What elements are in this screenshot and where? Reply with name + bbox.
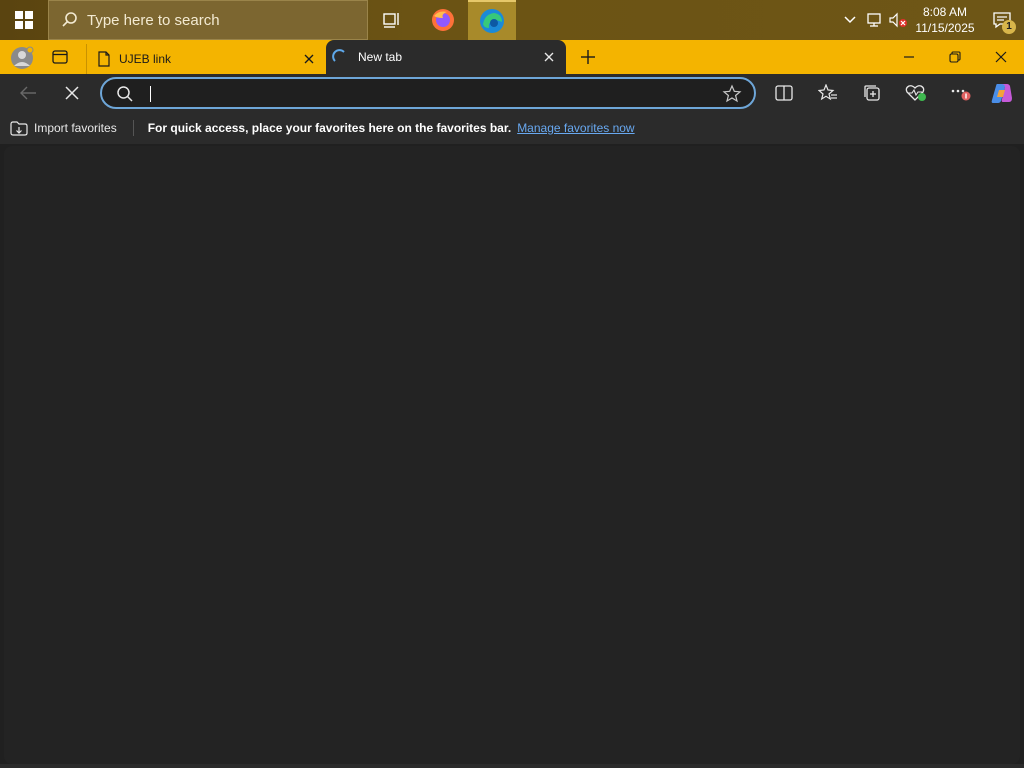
restore-icon: [949, 51, 961, 63]
plus-icon: [581, 50, 595, 64]
tab-close-button[interactable]: [296, 46, 322, 72]
import-favorites-button[interactable]: Import favorites: [10, 120, 117, 136]
network-button[interactable]: [862, 0, 886, 40]
browser-essentials-button[interactable]: [900, 78, 932, 108]
new-tab-button[interactable]: [574, 44, 602, 70]
system-tray: 8:08 AM 11/15/2025 1: [838, 0, 1024, 40]
restore-button[interactable]: [932, 40, 978, 74]
tab-new-tab[interactable]: New tab: [326, 40, 566, 74]
collections-icon: [864, 85, 880, 101]
back-icon: [20, 86, 36, 100]
taskbar-edge[interactable]: [468, 0, 516, 40]
search-icon: [117, 86, 133, 102]
clock-date: 11/15/2025: [915, 21, 975, 35]
split-screen-button[interactable]: [768, 78, 800, 108]
settings-more-button[interactable]: [944, 78, 976, 108]
copilot-icon: [991, 84, 1012, 103]
import-icon: [10, 121, 28, 136]
favorites-bar-message: For quick access, place your favorites h…: [147, 121, 512, 135]
collections-button[interactable]: [856, 78, 888, 108]
browser-toolbar: [0, 74, 1024, 112]
taskbar-search-placeholder: Type here to search: [87, 11, 220, 29]
page-content[interactable]: [4, 146, 1020, 764]
import-favorites-label: Import favorites: [34, 121, 117, 135]
volume-muted-icon: [889, 12, 907, 28]
search-icon: [62, 12, 77, 27]
notification-badge: 1: [1002, 20, 1016, 34]
network-icon: [867, 13, 881, 27]
browser-essentials-icon: [905, 85, 926, 101]
taskbar-search-box[interactable]: Type here to search: [48, 0, 368, 40]
windows-start-icon: [15, 11, 33, 29]
action-center-button[interactable]: 1: [980, 0, 1024, 40]
task-view-button[interactable]: [370, 0, 414, 40]
stop-loading-button[interactable]: [56, 78, 88, 108]
profile-icon: [11, 46, 34, 69]
tab-close-button[interactable]: [536, 44, 562, 70]
tab-actions-icon: [52, 50, 68, 64]
window-bottom-border: [0, 764, 1024, 768]
firefox-icon: [432, 9, 454, 31]
stop-icon: [65, 86, 79, 100]
minimize-button[interactable]: [886, 40, 932, 74]
copilot-button[interactable]: [986, 78, 1018, 108]
address-bar[interactable]: [100, 77, 756, 109]
tab-label: UJEB link: [119, 52, 172, 66]
start-button[interactable]: [0, 0, 48, 40]
profile-button[interactable]: [8, 44, 36, 72]
manage-favorites-link[interactable]: Manage favorites now: [517, 121, 634, 135]
chevron-up-icon: [844, 16, 856, 24]
star-icon[interactable]: [722, 84, 742, 104]
favorites-bar-divider: [132, 120, 134, 136]
loading-spinner-icon: [332, 49, 345, 62]
back-button[interactable]: [12, 78, 44, 108]
minimize-icon: [904, 56, 914, 58]
taskbar: Type here to search 8:08 AM 11/15/2025 1: [0, 0, 1024, 40]
taskbar-firefox[interactable]: [420, 0, 466, 40]
close-icon: [304, 54, 314, 64]
tab-strip: UJEB link New tab: [0, 40, 1024, 74]
tab-ujeb-link[interactable]: UJEB link: [86, 44, 326, 74]
taskbar-clock[interactable]: 8:08 AM 11/15/2025: [910, 4, 980, 36]
favorites-bar: Import favorites For quick access, place…: [0, 112, 1024, 144]
close-window-button[interactable]: [978, 40, 1024, 74]
split-screen-icon: [775, 85, 793, 101]
close-icon: [544, 52, 554, 62]
page-icon: [98, 51, 110, 67]
task-view-icon: [383, 13, 399, 28]
tab-actions-button[interactable]: [46, 46, 74, 68]
tab-label: New tab: [358, 50, 403, 64]
volume-button[interactable]: [886, 0, 910, 40]
favorites-button[interactable]: [812, 78, 844, 108]
show-hidden-icons-button[interactable]: [838, 0, 862, 40]
favorites-icon: [818, 84, 837, 101]
close-icon: [995, 51, 1007, 63]
text-cursor: [150, 86, 151, 102]
clock-time: 8:08 AM: [922, 5, 968, 19]
more-icon: [951, 89, 971, 101]
edge-icon: [480, 9, 504, 33]
